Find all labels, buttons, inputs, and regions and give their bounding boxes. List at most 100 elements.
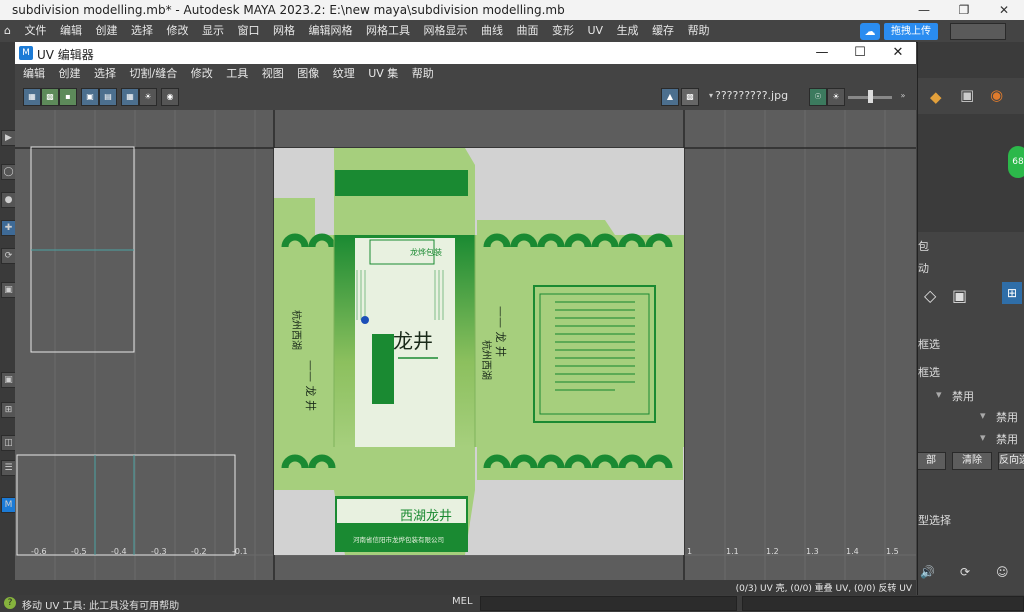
diamond-icon[interactable]: ◇	[924, 286, 936, 305]
uv-shell-icon[interactable]: ⊞	[1002, 282, 1022, 304]
uv-menu-create[interactable]: 创建	[54, 64, 86, 84]
menu-mesh-display[interactable]: 网格显示	[418, 20, 472, 42]
minimize-button[interactable]: —	[904, 0, 944, 20]
menu-mesh-tools[interactable]: 网格工具	[361, 20, 415, 42]
image-display-icon[interactable]: ▲	[661, 88, 679, 106]
expand-icon[interactable]: »	[895, 88, 911, 104]
select-all-button[interactable]: 部	[916, 452, 946, 470]
rotate-tool-icon[interactable]: ⟳	[1, 248, 16, 264]
uv-close-button[interactable]: ✕	[879, 42, 917, 64]
dash-text-left: —— 龙 井	[304, 360, 318, 411]
checker-icon[interactable]: ▩	[41, 88, 59, 106]
uv-menu-image[interactable]: 图像	[292, 64, 324, 84]
layout-two-icon[interactable]: ◫	[1, 435, 16, 451]
layout-single-icon[interactable]: ▣	[1, 372, 16, 388]
texture-file-name[interactable]: ?????????.jpg	[715, 89, 788, 102]
lasso-tool-icon[interactable]: ◯	[1, 164, 16, 180]
checker-toggle-icon[interactable]: ▩	[681, 88, 699, 106]
grid-snap-icon[interactable]: ▦	[121, 88, 139, 106]
clear-button[interactable]: 清除	[952, 452, 992, 470]
layout-four-icon[interactable]: ⊞	[1, 402, 16, 418]
axis-label: -0.3	[151, 547, 167, 556]
snapshot-icon[interactable]: ◉	[161, 88, 179, 106]
axis-label: -0.6	[31, 547, 47, 556]
uv-menu-cut-sew[interactable]: 切割/缝合	[125, 64, 183, 84]
disabled-option-3[interactable]: 禁用	[996, 431, 1018, 447]
axis-label: 1	[687, 547, 692, 556]
uv-canvas[interactable]: 龙井 龙烨包装 西湖龙井 河南省信阳市龙烨包装有限公司 杭州西湖 杭州西湖 ——…	[15, 110, 916, 580]
chevron-down-icon[interactable]: ▾	[980, 409, 986, 422]
brand-long: 西湖龙井	[400, 509, 452, 524]
restore-button[interactable]: ❐	[944, 0, 984, 20]
character-icon[interactable]: ☺	[996, 565, 1009, 579]
frame-select-label-2: 框选	[918, 366, 940, 379]
front-label-bar	[372, 334, 394, 404]
close-button[interactable]: ✕	[984, 0, 1024, 20]
slider-thumb[interactable]	[868, 90, 873, 103]
chevron-down-icon[interactable]: ▾	[980, 431, 986, 444]
playback-icon[interactable]: ⟳	[960, 565, 970, 579]
menu-edit-mesh[interactable]: 编辑网格	[303, 20, 357, 42]
uv-maximize-button[interactable]: ☐	[841, 42, 879, 64]
disabled-option-1[interactable]: 禁用	[952, 388, 974, 404]
menu-modify[interactable]: 修改	[161, 20, 193, 42]
company-name: 河南省信阳市龙烨包装有限公司	[353, 535, 444, 544]
menu-uv[interactable]: UV	[582, 20, 608, 42]
menu-edit[interactable]: 编辑	[55, 20, 87, 42]
disabled-option-2[interactable]: 禁用	[996, 409, 1018, 425]
cloud-upload-icon[interactable]: ☁	[860, 23, 880, 40]
uv-editor-title-bar: M UV 编辑器 — ☐ ✕	[15, 42, 916, 64]
menu-select[interactable]: 选择	[126, 20, 158, 42]
uv-menu-modify[interactable]: 修改	[186, 64, 218, 84]
menu-deform[interactable]: 变形	[547, 20, 579, 42]
sphere-grid-icon[interactable]: ◉	[990, 86, 1003, 104]
render-layers-icon[interactable]: ◆	[930, 88, 942, 106]
menu-create[interactable]: 创建	[90, 20, 122, 42]
uv-grid-icon[interactable]: ▦	[23, 88, 41, 106]
uv-menu-uv-sets[interactable]: UV 集	[363, 64, 403, 84]
menu-surfaces[interactable]: 曲面	[511, 20, 543, 42]
uv-menu-help[interactable]: 帮助	[407, 64, 439, 84]
axis-label: 1.3	[806, 547, 819, 556]
uv-menu-edit[interactable]: 编辑	[15, 64, 50, 84]
move-tool-icon[interactable]: ✚	[1, 220, 16, 236]
workspace-dropdown[interactable]	[950, 23, 1006, 40]
gamma-icon[interactable]: ☀	[827, 88, 845, 106]
uv-menu-tools[interactable]: 工具	[221, 64, 253, 84]
distortion-icon[interactable]: ☀	[139, 88, 157, 106]
menu-help[interactable]: 帮助	[683, 20, 715, 42]
maya-logo-icon[interactable]: M	[1, 497, 16, 513]
menu-file[interactable]: 文件	[19, 20, 51, 42]
mel-command-input[interactable]	[480, 596, 737, 611]
axis-label: -0.5	[71, 547, 87, 556]
uv-pivot-handle	[361, 316, 369, 324]
uv-menu-view[interactable]: 视图	[257, 64, 289, 84]
menu-curves[interactable]: 曲线	[476, 20, 508, 42]
border-icon[interactable]: ▣	[81, 88, 99, 106]
home-icon[interactable]: ⌂	[0, 20, 16, 42]
paint-tool-icon[interactable]: ●	[1, 192, 16, 208]
upload-button[interactable]: 拖拽上传	[884, 23, 938, 40]
menu-mesh[interactable]: 网格	[268, 20, 300, 42]
shell-border-icon[interactable]: ▤	[99, 88, 117, 106]
chevron-down-icon[interactable]: ▾	[936, 388, 942, 401]
uv-menu-select[interactable]: 选择	[89, 64, 121, 84]
menu-generate[interactable]: 生成	[612, 20, 644, 42]
exposure-icon[interactable]: ☉	[809, 88, 827, 106]
speaker-icon[interactable]: 🔊	[920, 565, 935, 579]
uv-minimize-button[interactable]: —	[803, 42, 841, 64]
cube-icon[interactable]: ▣	[952, 286, 967, 305]
uv-menu-textures[interactable]: 纹理	[328, 64, 360, 84]
mel-label[interactable]: MEL	[452, 596, 473, 607]
menu-window[interactable]: 窗口	[232, 20, 264, 42]
reverse-select-button[interactable]: 反向选	[998, 452, 1024, 470]
type-select-label: 型选择	[918, 514, 951, 527]
scale-tool-icon[interactable]: ▣	[1, 282, 16, 298]
menu-cache[interactable]: 缓存	[647, 20, 679, 42]
select-tool-icon[interactable]: ▶	[1, 130, 16, 146]
menu-display[interactable]: 显示	[197, 20, 229, 42]
stairs-icon[interactable]: ▪	[59, 88, 77, 106]
uv-viewport[interactable]: 龙井 龙烨包装 西湖龙井 河南省信阳市龙烨包装有限公司 杭州西湖 杭州西湖 ——…	[15, 110, 916, 580]
frame-icon[interactable]: ▣	[960, 86, 974, 104]
outliner-icon[interactable]: ☰	[1, 460, 16, 476]
